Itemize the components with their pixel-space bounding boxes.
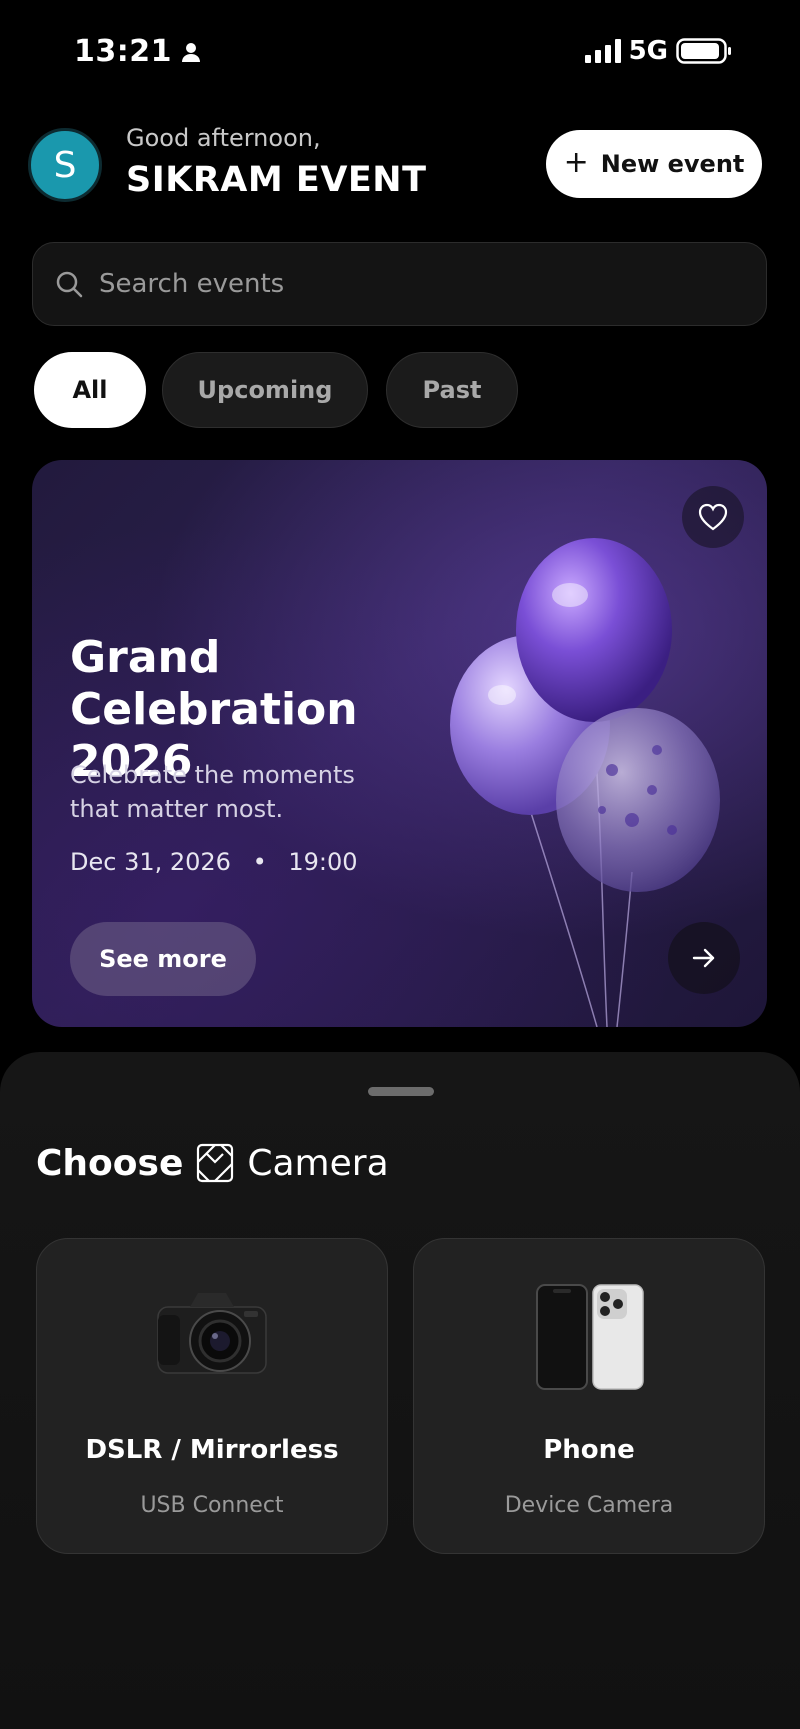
heart-icon (698, 503, 728, 531)
camera-option-phone[interactable]: Phone Device Camera (413, 1238, 765, 1554)
event-time: 19:00 (288, 848, 358, 876)
avatar[interactable]: S (28, 128, 102, 202)
favorite-button[interactable] (682, 486, 744, 548)
open-event-button[interactable] (668, 922, 740, 994)
option-dslr-subtitle: USB Connect (140, 1493, 284, 1518)
arrow-right-icon (692, 948, 715, 968)
new-event-button[interactable]: + New event (546, 130, 762, 198)
event-card[interactable]: Grand Celebration 2026 Celebrate the mom… (32, 460, 767, 1027)
sheet-title-prefix: Choose (36, 1142, 184, 1184)
network-label: 5G (628, 36, 668, 66)
dslr-camera-icon (157, 1293, 267, 1374)
event-date: Dec 31, 2026 (70, 848, 231, 876)
option-dslr-title: DSLR / Mirrorless (85, 1435, 339, 1465)
option-phone-subtitle: Device Camera (504, 1493, 674, 1518)
filter-upcoming[interactable]: Upcoming (162, 352, 368, 428)
search-input[interactable]: Search events (32, 242, 767, 326)
new-event-label: New event (600, 150, 745, 178)
filter-past[interactable]: Past (386, 352, 518, 428)
dslr-image-wrap (37, 1281, 387, 1391)
app-logo-icon (197, 1143, 234, 1183)
page-title: SIKRAM EVENT (126, 160, 427, 200)
see-more-button[interactable]: See more (70, 922, 256, 996)
person-icon (182, 42, 200, 62)
sheet-title: Choose Camera (36, 1142, 389, 1184)
status-indicators: 5G (584, 36, 732, 66)
datetime-separator: • (252, 848, 267, 876)
sheet-drag-handle[interactable] (368, 1087, 434, 1096)
smartphone-icon (536, 1284, 644, 1390)
signal-icon (584, 39, 621, 63)
sheet-title-suffix: Camera (247, 1142, 389, 1184)
search-icon (56, 271, 83, 298)
battery-icon (676, 38, 731, 64)
greeting-text: Good afternoon, (126, 124, 321, 152)
plus-icon: + (563, 145, 589, 180)
camera-option-dslr[interactable]: DSLR / Mirrorless USB Connect (36, 1238, 388, 1554)
option-phone-title: Phone (543, 1435, 635, 1465)
event-subtitle: Celebrate the moments that matter most. (70, 761, 355, 823)
status-time: 13:21 (74, 34, 202, 69)
status-time-text: 13:21 (74, 34, 172, 69)
phone-image-wrap (414, 1281, 764, 1391)
search-placeholder: Search events (99, 269, 285, 299)
filter-all[interactable]: All (34, 352, 146, 428)
event-datetime: Dec 31, 2026 • 19:00 (70, 848, 358, 876)
